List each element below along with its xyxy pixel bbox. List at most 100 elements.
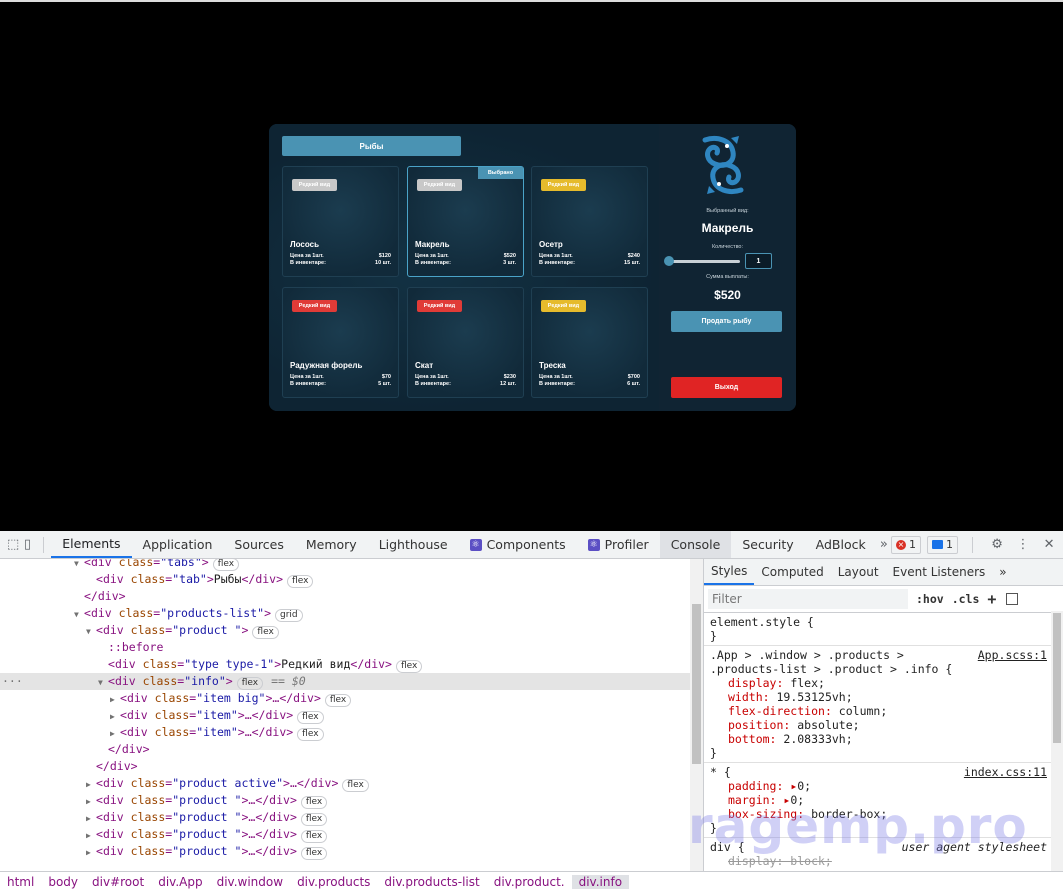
breadcrumb-item[interactable]: div.products: [290, 875, 377, 889]
tab-profiler[interactable]: ⚛ Profiler: [577, 531, 660, 558]
styles-scrollbar[interactable]: [1051, 611, 1063, 871]
product-card-sturgeon[interactable]: Редкий вид Осетр Цена за 1шт. $240 В инве…: [531, 166, 648, 277]
inspect-element-icon[interactable]: ⬚: [6, 535, 20, 555]
dom-node[interactable]: ▶ <div class="product ">…</div> flex: [0, 826, 328, 844]
tab-components[interactable]: ⚛ Components: [459, 531, 577, 558]
dom-node[interactable]: ▶ <div class="product ">…</div> flex: [0, 843, 328, 861]
hover-state-button[interactable]: :hov: [916, 592, 944, 606]
flex-pill[interactable]: flex: [252, 626, 279, 639]
expand-arrow-icon[interactable]: ▶: [86, 793, 96, 810]
message-counter[interactable]: 1: [927, 535, 959, 554]
tab-sources[interactable]: Sources: [223, 531, 294, 558]
flex-pill[interactable]: flex: [324, 694, 352, 707]
css-property[interactable]: display: flex;: [710, 676, 1063, 690]
product-card-rainbow-trout[interactable]: Редкий вид Радужная форель Цена за 1шт. $…: [282, 287, 399, 398]
dom-node[interactable]: <div class="type type-1">Редкий вид</div…: [0, 656, 423, 673]
expand-arrow-icon[interactable]: ▶: [110, 691, 120, 708]
breadcrumb-item[interactable]: div#root: [85, 875, 151, 889]
expand-arrow-icon[interactable]: ▶: [110, 708, 120, 725]
dom-node[interactable]: </div>: [0, 758, 138, 775]
expand-arrow-icon[interactable]: ▶: [86, 810, 96, 827]
flex-pill[interactable]: flex: [342, 779, 369, 792]
dom-node[interactable]: ▼ <div class="products-list"> grid: [0, 605, 303, 622]
scrollbar-thumb[interactable]: [692, 604, 701, 764]
breadcrumb-item[interactable]: div.product.: [487, 875, 572, 889]
scrollbar-thumb[interactable]: [1053, 613, 1061, 743]
css-property[interactable]: position: absolute;: [710, 718, 1063, 732]
tab-computed[interactable]: Computed: [754, 559, 830, 585]
breadcrumb-item[interactable]: div.products-list: [377, 875, 486, 889]
dom-node[interactable]: <div class="tab">Рыбы</div> flex: [0, 571, 314, 588]
flex-pill[interactable]: flex: [300, 813, 328, 826]
tab-application[interactable]: Application: [132, 531, 224, 558]
tab-console[interactable]: Console: [659, 531, 732, 558]
product-card-cod[interactable]: Редкий вид Треска Цена за 1шт. $700 В инв…: [531, 287, 648, 398]
css-property[interactable]: bottom: 2.08333vh;: [710, 732, 1063, 746]
sell-fish-button[interactable]: Продать рыбу: [671, 311, 782, 332]
tab-elements[interactable]: Elements: [51, 531, 132, 558]
breadcrumb-item[interactable]: div.window: [210, 875, 290, 889]
styles-filter-input[interactable]: Filter: [708, 589, 908, 609]
expand-arrow-icon[interactable]: ▶: [110, 725, 120, 742]
more-dots-icon[interactable]: ···: [2, 673, 23, 690]
source-link[interactable]: index.css:11: [964, 765, 1047, 779]
tab-memory[interactable]: Memory: [295, 531, 368, 558]
quantity-slider-thumb[interactable]: [664, 256, 674, 266]
dom-node-selected[interactable]: ··· ▼ <div class="info"> flex == $0: [0, 673, 690, 690]
flex-pill[interactable]: flex: [236, 677, 264, 690]
collapse-arrow-icon[interactable]: ▼: [98, 674, 108, 691]
flex-pill[interactable]: flex: [287, 575, 314, 588]
flex-pill[interactable]: flex: [300, 847, 328, 860]
dom-node[interactable]: ▶ <div class="product ">…</div> flex: [0, 809, 328, 827]
css-property-overridden[interactable]: display: block;: [710, 854, 1063, 868]
product-card-stingray[interactable]: Редкий вид Скат Цена за 1шт. $230 В инвен…: [407, 287, 524, 398]
exit-button[interactable]: Выход: [671, 377, 782, 398]
quantity-slider[interactable]: [668, 260, 740, 263]
dom-node[interactable]: ▶ <div class="item">…</div> flex: [0, 724, 324, 741]
element-style-rule[interactable]: element.style { }: [704, 613, 1063, 646]
add-rule-icon[interactable]: +: [987, 590, 996, 608]
tab-security[interactable]: Security: [731, 531, 804, 558]
dom-node[interactable]: </div>: [0, 741, 150, 758]
more-tabs-icon[interactable]: »: [877, 535, 891, 555]
error-counter[interactable]: × 1: [891, 535, 922, 554]
dom-node[interactable]: ▼ <div class="tabs"> flex: [0, 559, 240, 571]
tab-layout[interactable]: Layout: [831, 559, 886, 585]
expand-arrow-icon[interactable]: ▶: [86, 776, 96, 793]
flex-pill[interactable]: flex: [300, 796, 328, 809]
grid-pill[interactable]: grid: [275, 609, 303, 622]
settings-gear-icon[interactable]: ⚙: [987, 535, 1007, 555]
device-toolbar-icon[interactable]: ▯: [20, 535, 34, 555]
dom-node[interactable]: ▼ <div class="product "> flex: [0, 622, 279, 639]
flex-pill[interactable]: flex: [212, 559, 240, 571]
tab-lighthouse[interactable]: Lighthouse: [368, 531, 459, 558]
flex-pill[interactable]: flex: [297, 711, 324, 724]
toggle-sidebar-icon[interactable]: [1006, 593, 1019, 605]
css-property[interactable]: width: 19.53125vh;: [710, 690, 1063, 704]
tab-event-listeners[interactable]: Event Listeners: [886, 559, 993, 585]
expand-arrow-icon[interactable]: ▶: [86, 827, 96, 844]
dom-node[interactable]: ▶ <div class="product active">…</div> flex: [0, 775, 369, 792]
expand-arrow-icon[interactable]: ▶: [86, 844, 96, 861]
flex-pill[interactable]: flex: [300, 830, 328, 843]
dom-node[interactable]: ▶ <div class="item">…</div> flex: [0, 707, 324, 724]
close-icon[interactable]: ✕: [1039, 535, 1059, 555]
product-card-salmon[interactable]: Редкий вид Лосось Цена за 1шт. $120 В инв…: [282, 166, 399, 277]
css-property[interactable]: flex-direction: column;: [710, 704, 1063, 718]
product-card-mackerel[interactable]: Выбрано Редкий вид Макрель Цена за 1шт. $…: [407, 166, 524, 277]
tab-fish[interactable]: Рыбы: [282, 136, 461, 156]
collapse-arrow-icon[interactable]: ▼: [86, 623, 96, 640]
class-toggle-button[interactable]: .cls: [952, 592, 980, 606]
flex-pill[interactable]: flex: [395, 660, 423, 673]
source-link[interactable]: App.scss:1: [978, 648, 1047, 662]
breadcrumb-item[interactable]: html: [0, 875, 41, 889]
quantity-input[interactable]: 1: [745, 253, 772, 269]
css-property[interactable]: padding: ▸0;: [710, 779, 1063, 793]
breadcrumb-item[interactable]: div.App: [151, 875, 209, 889]
css-rule-info[interactable]: App.scss:1 .App > .window > .products > …: [704, 646, 1063, 763]
dom-node[interactable]: ▶ <div class="item big">…</div> flex: [0, 690, 352, 708]
more-tabs-icon[interactable]: »: [992, 559, 1013, 585]
flex-pill[interactable]: flex: [297, 728, 324, 741]
tab-styles[interactable]: Styles: [704, 559, 755, 585]
tab-adblock[interactable]: AdBlock: [805, 531, 877, 558]
